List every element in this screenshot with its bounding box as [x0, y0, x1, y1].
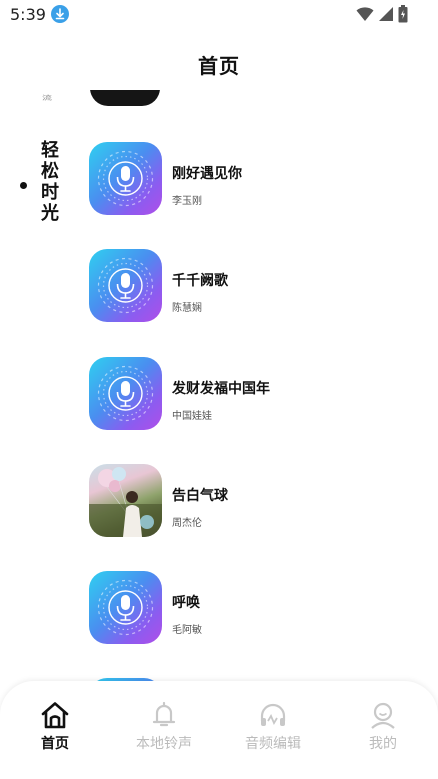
song-name[interactable]: 呼唤	[172, 592, 200, 612]
song-artist: 陈慧娴	[172, 303, 202, 315]
list-item[interactable]: 千千阙歌 陈慧娴	[89, 249, 419, 323]
active-category-dot	[20, 182, 27, 189]
nav-item-audio-edit[interactable]: 音频编辑	[228, 701, 318, 757]
headphones-icon	[260, 703, 286, 726]
wifi-icon	[356, 7, 374, 21]
category-item-active[interactable]: 轻松时光	[41, 140, 61, 224]
nav-label-audio-edit: 音频编辑	[245, 736, 301, 752]
list-item[interactable]: 告白气球 周杰伦	[89, 463, 419, 538]
list-item[interactable]: 发财发福中国年中国娃娃	[89, 356, 419, 431]
song-artist: 周杰伦	[172, 517, 202, 529]
nav-item-local-ringtones[interactable]: 本地铃声	[119, 701, 209, 757]
song-name[interactable]: 告白气球	[172, 485, 228, 505]
song-name[interactable]: 刚好遇见你	[172, 163, 242, 183]
bottom-nav: 首页 本地铃声 音频编辑 我的	[0, 681, 438, 779]
list-item-partial-top[interactable]	[90, 90, 160, 108]
song-artist: 中国娃娃	[172, 410, 212, 422]
list-item[interactable]: 刚好遇见你 李玉刚	[89, 142, 419, 216]
nav-label-local-ringtones: 本地铃声	[136, 736, 192, 752]
nav-label-home: 首页	[41, 736, 69, 752]
signal-icon	[379, 7, 393, 21]
download-icon	[51, 5, 69, 23]
song-name[interactable]: 发财发福中国年	[172, 378, 270, 398]
nav-label-profile: 我的	[369, 736, 397, 752]
song-artist: 毛阿敏	[172, 625, 202, 637]
nav-item-home[interactable]: 首页	[10, 701, 100, 757]
microphone-icon	[97, 258, 154, 314]
song-cover[interactable]	[89, 356, 162, 430]
album-photo	[89, 466, 162, 537]
microphone-icon	[97, 365, 154, 421]
status-bar: 5:39	[0, 0, 438, 30]
home-icon	[41, 702, 69, 729]
song-name[interactable]: 千千阙歌	[172, 270, 228, 290]
list-item[interactable]: 呼唤 毛阿敏	[89, 571, 419, 645]
song-cover[interactable]	[89, 571, 162, 645]
song-cover[interactable]	[89, 249, 162, 323]
nav-item-profile[interactable]: 我的	[338, 701, 428, 757]
profile-icon	[371, 702, 395, 729]
microphone-icon	[97, 580, 154, 636]
song-cover[interactable]	[89, 142, 162, 215]
page-title: 首页	[198, 54, 240, 78]
status-icons	[356, 5, 408, 23]
song-artist: 李玉刚	[172, 196, 202, 207]
category-item-partial[interactable]: 流	[42, 93, 52, 102]
battery-icon	[398, 5, 408, 23]
bell-icon	[152, 701, 176, 727]
microphone-icon	[97, 150, 154, 207]
song-cover[interactable]	[89, 463, 162, 537]
status-time: 5:39	[10, 5, 46, 24]
